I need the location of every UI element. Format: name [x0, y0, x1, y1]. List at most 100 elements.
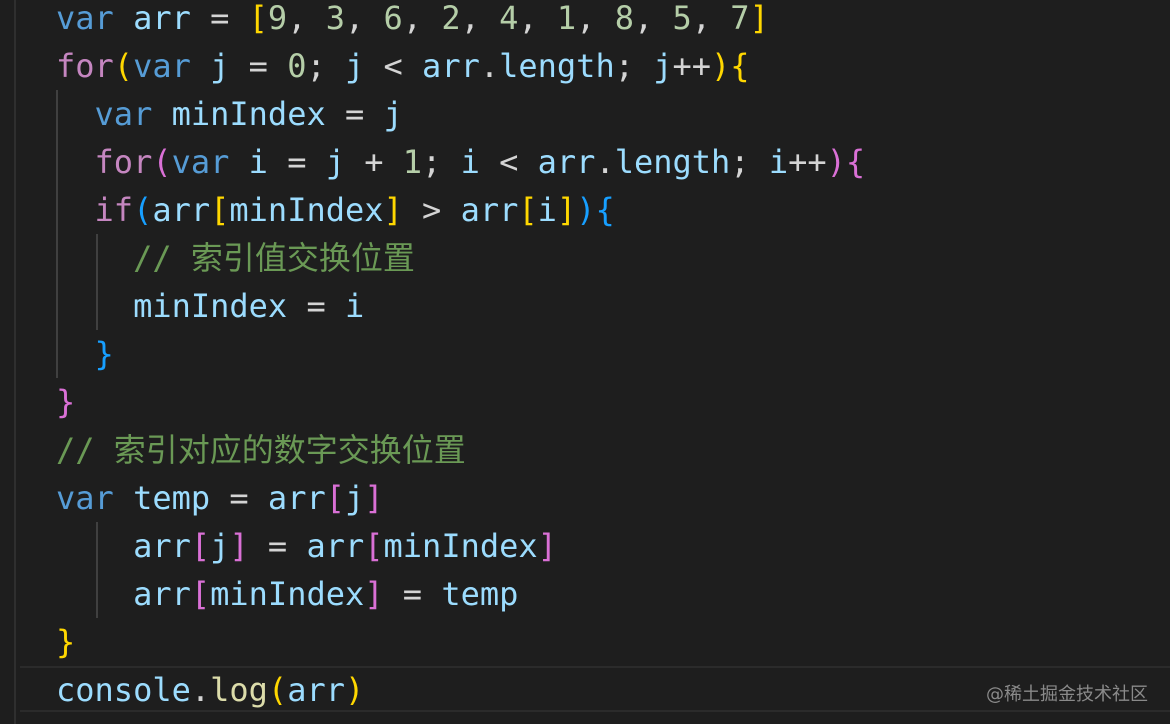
code-token: }	[56, 383, 76, 421]
code-token: 6	[383, 0, 403, 37]
code-token: [	[518, 191, 538, 229]
code-token: <	[364, 47, 423, 85]
code-token: =	[248, 527, 307, 565]
code-token: length	[499, 47, 615, 85]
code-token: .	[190, 671, 211, 709]
code-line[interactable]: // 索引对应的数字交换位置	[56, 426, 466, 474]
code-token: }	[56, 623, 76, 661]
code-line[interactable]: }	[56, 378, 75, 426]
code-token: ,	[633, 0, 673, 37]
code-token: )	[576, 191, 596, 229]
code-token: var	[94, 95, 153, 133]
code-line[interactable]: // 索引值交换位置	[56, 234, 415, 282]
code-line[interactable]: for(var i = j + 1; i < arr.length; i++){	[56, 138, 866, 186]
code-token: length	[614, 143, 731, 181]
code-line[interactable]: }	[56, 618, 75, 666]
code-token: log	[210, 671, 268, 709]
code-line[interactable]: var arr = [9, 3, 6, 2, 4, 1, 8, 5, 7]	[56, 0, 769, 42]
code-token: minIndex	[383, 527, 538, 565]
code-line[interactable]: }	[56, 330, 114, 378]
code-token: j	[325, 143, 345, 181]
code-token: {	[595, 191, 615, 229]
code-token: var	[56, 0, 114, 37]
code-token: minIndex	[210, 575, 365, 613]
code-token: .	[595, 143, 615, 181]
code-token: [	[190, 527, 211, 565]
code-token: ]	[556, 191, 577, 229]
code-token: var	[56, 479, 114, 517]
code-token: for	[56, 47, 114, 85]
code-editor[interactable]: var arr = [9, 3, 6, 2, 4, 1, 8, 5, 7] for…	[0, 0, 1170, 724]
code-token: j	[383, 95, 403, 133]
code-token: )	[344, 671, 365, 709]
code-token: if	[94, 191, 134, 229]
code-token: ]	[537, 527, 557, 565]
code-token: ;	[730, 143, 769, 181]
editor-left-border	[14, 0, 16, 724]
code-token: [	[325, 479, 345, 517]
code-token: ,	[460, 0, 500, 37]
code-token: arr	[133, 0, 191, 37]
code-token: temp	[441, 575, 519, 613]
code-token: (	[267, 671, 288, 709]
code-token: )	[711, 47, 731, 85]
code-line[interactable]: var temp = arr[j]	[56, 474, 384, 522]
code-token: minIndex	[133, 287, 288, 325]
code-token: <	[479, 143, 538, 181]
code-token: ,	[402, 0, 442, 37]
code-token: minIndex	[171, 95, 326, 133]
code-token: ++	[788, 143, 827, 181]
code-token: (	[113, 47, 134, 85]
code-token: console	[56, 671, 191, 709]
code-token: ,	[344, 0, 384, 37]
code-token: minIndex	[229, 191, 384, 229]
code-token: ;	[422, 143, 461, 181]
code-token: =	[383, 575, 442, 613]
code-token: arr	[306, 527, 365, 565]
code-token: for	[94, 143, 153, 181]
code-token: arr	[133, 575, 191, 613]
code-token: 5	[672, 0, 692, 37]
code-token: ]	[364, 575, 384, 613]
code-token: =	[287, 287, 345, 325]
code-line[interactable]: var minIndex = j	[56, 90, 403, 138]
code-token: ]	[383, 191, 403, 229]
code-token: 3	[325, 0, 345, 37]
code-token: ;	[306, 47, 345, 85]
code-token: i	[768, 143, 789, 181]
code-token: i	[248, 143, 268, 181]
code-token: >	[402, 191, 461, 229]
code-line[interactable]: console.log(arr)	[56, 666, 364, 714]
code-token: )	[826, 143, 846, 181]
code-token: =	[325, 95, 384, 133]
code-token: ,	[576, 0, 615, 37]
code-line[interactable]: for(var j = 0; j < arr.length; j++){	[56, 42, 750, 90]
code-token: // 索引值交换位置	[133, 239, 415, 277]
code-token: 8	[614, 0, 634, 37]
code-token: 1	[556, 0, 577, 37]
code-token: ,	[287, 0, 326, 37]
code-token: j	[210, 527, 230, 565]
watermark-text: @稀土掘金技术社区	[986, 684, 1148, 705]
code-token: i	[460, 143, 480, 181]
code-token: =	[267, 143, 326, 181]
code-token: [	[190, 575, 211, 613]
code-token: 4	[499, 0, 519, 37]
code-line[interactable]: arr[j] = arr[minIndex]	[56, 522, 557, 570]
code-token: +	[344, 143, 403, 181]
code-token: j	[344, 479, 365, 517]
code-line[interactable]: arr[minIndex] = temp	[56, 570, 518, 618]
code-line[interactable]: if(arr[minIndex] > arr[i]){	[56, 186, 615, 234]
code-token: =	[190, 0, 249, 37]
code-token: ,	[518, 0, 557, 37]
code-token: ]	[229, 527, 249, 565]
code-line[interactable]: minIndex = i	[56, 282, 364, 330]
code-token: .	[479, 47, 500, 85]
code-token: =	[210, 479, 268, 517]
code-token: [	[210, 191, 230, 229]
